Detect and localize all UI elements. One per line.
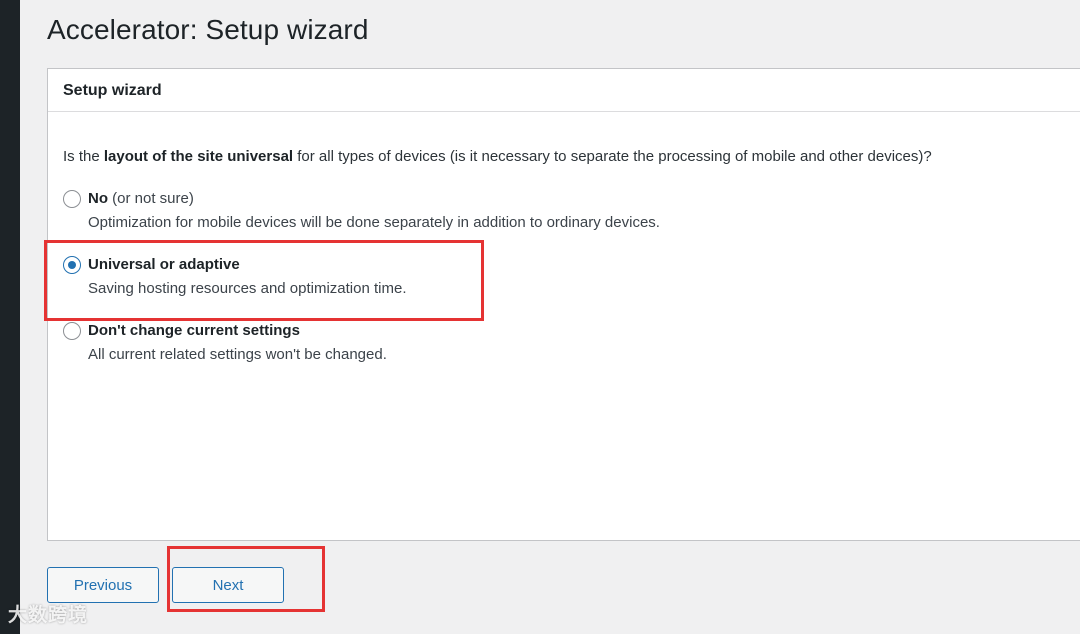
option-universal-label: Universal or adaptive <box>88 256 240 273</box>
question-prefix: Is the <box>63 148 104 165</box>
option-no-title: No (or not sure) <box>88 190 194 207</box>
option-dont-change-label: Don't change current settings <box>88 322 300 339</box>
option-no-label: No <box>88 190 108 207</box>
next-button[interactable]: Next <box>172 567 284 603</box>
radio-dont-change[interactable] <box>63 322 81 340</box>
option-dont-change-title: Don't change current settings <box>88 322 300 339</box>
option-dont-change-description: All current related settings won't be ch… <box>88 346 387 363</box>
admin-sidebar <box>0 0 20 634</box>
option-universal-description: Saving hosting resources and optimizatio… <box>88 280 407 297</box>
question-text: Is the layout of the site universal for … <box>63 148 932 165</box>
option-no-note: (or not sure) <box>108 190 194 207</box>
option-universal-title: Universal or adaptive <box>88 256 240 273</box>
watermark: 大数跨境 <box>8 605 89 626</box>
panel-header: Setup wizard <box>48 69 1080 112</box>
question-suffix: for all types of devices (is it necessar… <box>293 148 932 165</box>
option-no-description: Optimization for mobile devices will be … <box>88 214 660 231</box>
page-title: Accelerator: Setup wizard <box>47 14 369 45</box>
radio-no[interactable] <box>63 190 81 208</box>
setup-wizard-panel: Setup wizard Is the layout of the site u… <box>47 68 1080 541</box>
previous-button[interactable]: Previous <box>47 567 159 603</box>
radio-universal[interactable] <box>63 256 81 274</box>
question-emphasis: layout of the site universal <box>103 148 294 165</box>
